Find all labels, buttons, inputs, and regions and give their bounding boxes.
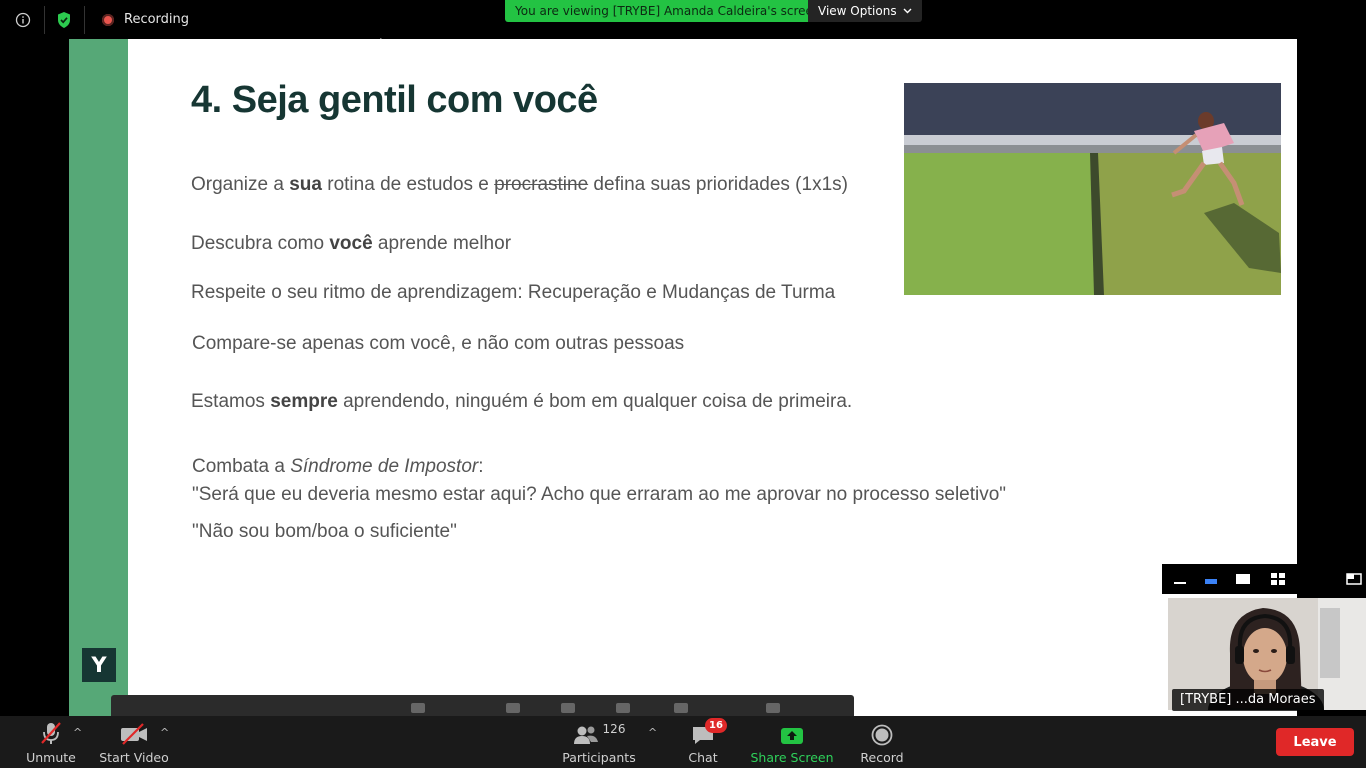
video-view-controls	[1162, 564, 1366, 594]
text-run: :	[478, 456, 484, 477]
slide-line-descubra: Descubra como você aprende melhor	[191, 233, 511, 255]
zoom-window: Recording You are viewing [TRYBE] Amanda…	[0, 0, 1366, 768]
text-run: defina suas prioridades (1x1s)	[588, 174, 848, 195]
annotation-toolbar-ghost	[111, 695, 854, 716]
text-strike: procrastine	[494, 174, 589, 195]
record-icon	[871, 716, 893, 746]
toolbar-glyph	[766, 703, 780, 713]
chevron-down-icon	[903, 8, 912, 14]
text-run: Estamos	[191, 391, 271, 412]
text-bold: você	[329, 233, 373, 254]
participants-icon: 126	[573, 716, 626, 746]
full-tile-icon[interactable]	[1235, 571, 1251, 587]
text-run: aprendendo, ninguém é bom em qualquer co…	[337, 391, 853, 412]
view-options-button[interactable]: View Options	[808, 0, 922, 22]
toolbar-glyph	[674, 703, 688, 713]
text-bold: sempre	[270, 391, 338, 412]
participants-count: 126	[602, 722, 626, 736]
video-off-icon	[119, 716, 149, 746]
start-video-label: Start Video	[99, 750, 169, 765]
slide-line-quote-1: "Será que eu deveria mesmo estar aqui? A…	[192, 484, 1007, 505]
video-options-caret-icon[interactable]: ^	[160, 726, 169, 739]
slide-line-combata: Combata a Síndrome de Impostor:	[192, 456, 484, 478]
share-screen-button[interactable]: Share Screen	[748, 716, 836, 768]
share-screen-icon	[780, 716, 804, 746]
audio-options-caret-icon[interactable]: ^	[73, 726, 82, 739]
toolbar-glyph	[616, 703, 630, 713]
toolbar-glyph	[411, 703, 425, 713]
shield-icon[interactable]	[54, 10, 74, 30]
viewing-banner: You are viewing [TRYBE] Amanda Caldeira'…	[505, 0, 831, 22]
text-run: rotina de estudos e	[321, 174, 495, 195]
recording-label: Recording	[124, 12, 190, 27]
divider	[44, 6, 45, 34]
share-screen-label: Share Screen	[750, 750, 834, 765]
participants-caret-icon[interactable]: ^	[648, 726, 657, 739]
record-dot-icon	[102, 13, 114, 26]
unmute-label: Unmute	[26, 750, 76, 765]
slide-line-respeite: Respeite o seu ritmo de aprendizagem: Re…	[191, 282, 836, 303]
info-icon[interactable]	[13, 10, 33, 30]
top-bar: Recording You are viewing [TRYBE] Amanda…	[0, 0, 1366, 54]
chat-unread-badge: 16	[705, 718, 727, 733]
record-button[interactable]: Record	[857, 716, 907, 768]
recording-indicator[interactable]: Recording	[102, 12, 189, 27]
meeting-controls-bar: Unmute ^ Start Video ^ 126 Participants …	[0, 716, 1366, 768]
start-video-button[interactable]: Start Video	[98, 716, 170, 768]
participants-label: Participants	[562, 750, 636, 765]
text-run: Organize a	[191, 174, 290, 195]
minimize-icon[interactable]	[1172, 571, 1188, 587]
slide-accent-bar	[69, 39, 128, 716]
unmute-button[interactable]: Unmute	[22, 716, 80, 768]
text-italic: Síndrome de Impostor	[290, 456, 479, 477]
toolbar-glyph	[506, 703, 520, 713]
record-label: Record	[860, 750, 904, 765]
participants-button[interactable]: 126 Participants	[560, 716, 638, 768]
speaker-view-icon[interactable]	[1203, 571, 1219, 587]
toolbar-glyph	[561, 703, 575, 713]
slide-line-quote-2: "Não sou bom/boa o suficiente"	[192, 521, 457, 542]
slide-line-organize: Organize a sua rotina de estudos e procr…	[191, 174, 848, 196]
slide-line-estamos: Estamos sempre aprendendo, ninguém é bom…	[191, 391, 852, 413]
muted-mic-icon	[38, 716, 64, 746]
text-run: aprende melhor	[372, 233, 512, 254]
view-options-label: View Options	[818, 4, 897, 18]
exit-minimize-icon[interactable]	[1346, 571, 1362, 587]
slide-title: 4. Seja gentil com você	[191, 79, 598, 121]
text-bold: sua	[289, 174, 322, 195]
shared-screen-slide: Y 4. Seja gentil com você Organize a sua…	[69, 39, 1297, 716]
trybe-logo: Y	[82, 648, 116, 682]
leave-button[interactable]: Leave	[1276, 728, 1354, 756]
text-run: Descubra como	[191, 233, 330, 254]
text-run: Combata a	[192, 456, 291, 477]
gallery-view-icon[interactable]	[1270, 571, 1286, 587]
divider	[84, 6, 85, 34]
runner-photo	[904, 83, 1281, 295]
chat-label: Chat	[688, 750, 718, 765]
self-video-name: [TRYBE] ...da Moraes	[1172, 689, 1324, 711]
slide-line-compare: Compare-se apenas com você, e não com ou…	[192, 333, 685, 354]
